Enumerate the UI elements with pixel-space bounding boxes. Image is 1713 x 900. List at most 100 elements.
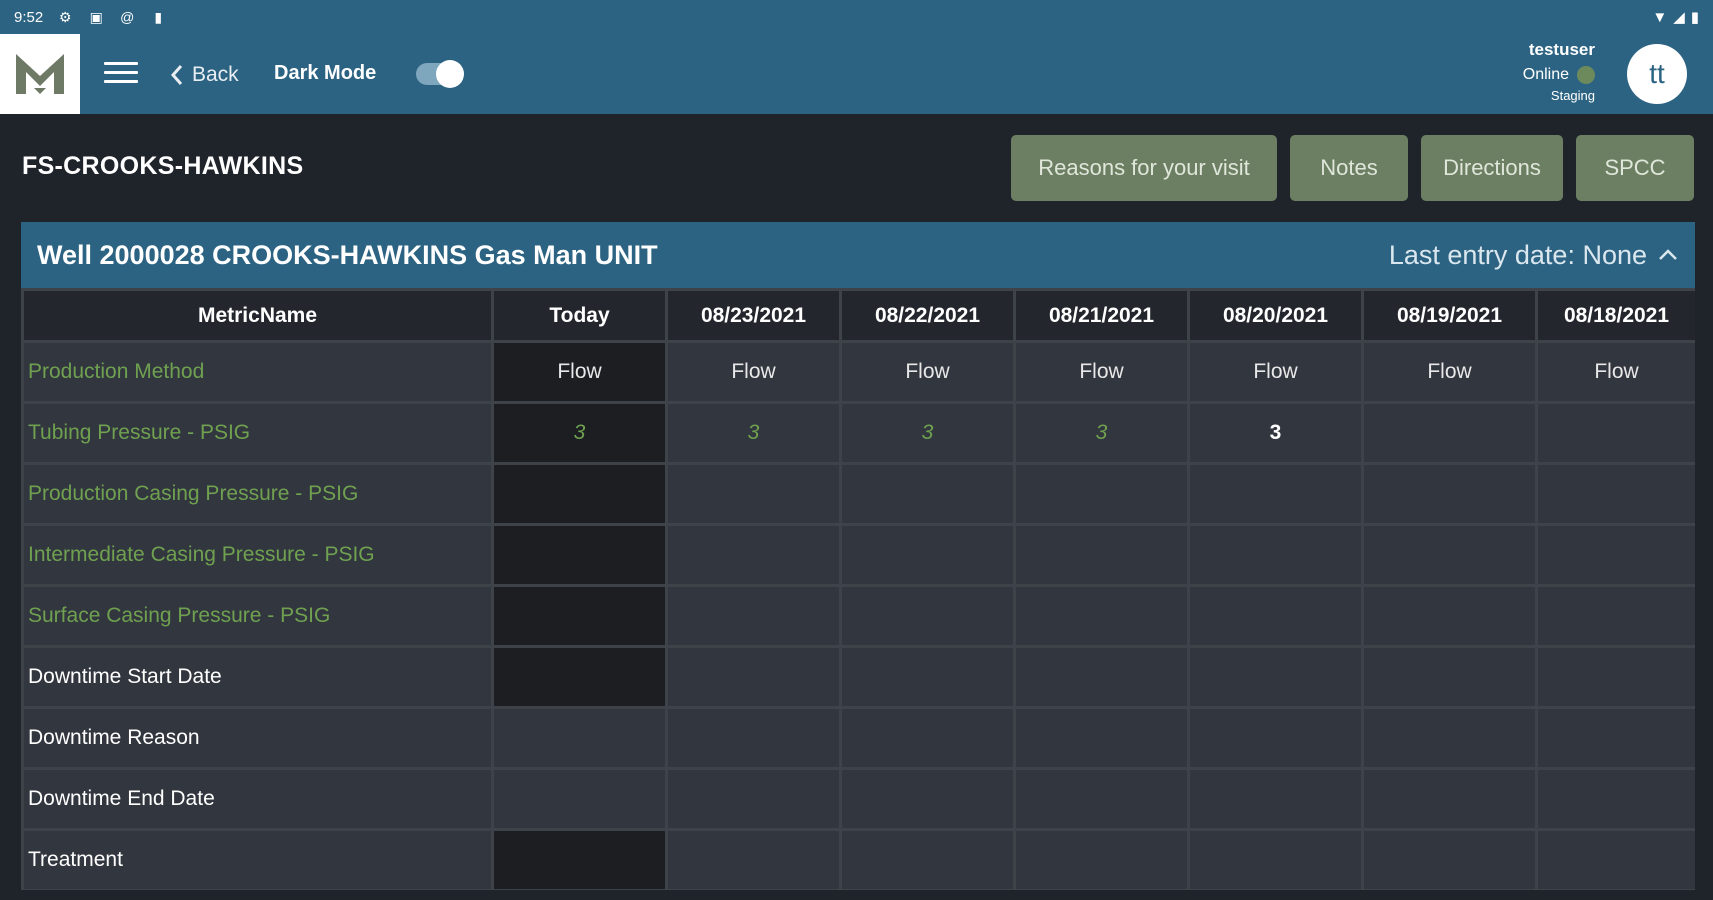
metric-cell-today[interactable] bbox=[491, 706, 668, 770]
metric-cell bbox=[1013, 584, 1190, 648]
metric-cell bbox=[1535, 645, 1695, 709]
menu-button[interactable] bbox=[104, 62, 138, 86]
metric-cell: Flow bbox=[839, 340, 1016, 404]
metric-cell: 3 bbox=[1187, 401, 1364, 465]
metric-cell bbox=[665, 584, 842, 648]
metric-cell-today[interactable] bbox=[491, 523, 668, 587]
user-status-label: Online bbox=[1522, 66, 1569, 83]
metric-cell-today[interactable] bbox=[491, 462, 668, 526]
status-right: ▼ ◢ ▮ bbox=[1652, 8, 1699, 27]
metric-cell bbox=[839, 645, 1016, 709]
table-row: Surface Casing Pressure - PSIG bbox=[21, 584, 1695, 648]
back-button[interactable]: Back bbox=[170, 60, 239, 90]
metric-cell bbox=[839, 584, 1016, 648]
metric-cell bbox=[665, 828, 842, 890]
metric-cell bbox=[1361, 645, 1538, 709]
spcc-button[interactable]: SPCC bbox=[1576, 135, 1694, 201]
dark-mode-toggle[interactable] bbox=[416, 60, 464, 88]
last-entry-label: Last entry date: None bbox=[1388, 239, 1647, 270]
column-header: 08/20/2021 bbox=[1187, 288, 1364, 343]
last-entry: Last entry date: None bbox=[1389, 240, 1679, 271]
metric-cell bbox=[839, 706, 1016, 770]
metric-name: Treatment bbox=[21, 828, 494, 890]
well-panel: Well 2000028 CROOKS-HAWKINS Gas Man UNIT… bbox=[21, 222, 1695, 890]
menu-icon bbox=[104, 62, 138, 65]
user-name: testuser bbox=[1528, 40, 1595, 59]
metric-cell bbox=[839, 462, 1016, 526]
metric-cell-today[interactable]: 3 bbox=[491, 401, 668, 465]
column-header: 08/23/2021 bbox=[665, 288, 842, 343]
metric-cell bbox=[1361, 706, 1538, 770]
settings-icon: ⚙ bbox=[58, 9, 72, 25]
metric-cell bbox=[1013, 828, 1190, 890]
table-row: Treatment bbox=[21, 828, 1695, 890]
column-header: 08/22/2021 bbox=[839, 288, 1016, 343]
battery-icon: ▮ bbox=[1690, 9, 1699, 26]
environment-label: Staging bbox=[1550, 88, 1595, 103]
avatar[interactable]: tt bbox=[1627, 44, 1687, 104]
back-label: Back bbox=[192, 63, 239, 86]
metric-cell bbox=[1187, 462, 1364, 526]
metric-cell bbox=[1187, 523, 1364, 587]
status-time: 9:52 bbox=[14, 8, 44, 26]
metric-cell bbox=[1361, 401, 1538, 465]
table-row: Tubing Pressure - PSIG 3 3 3 3 3 bbox=[21, 401, 1695, 465]
metric-cell bbox=[839, 523, 1016, 587]
metric-cell bbox=[665, 462, 842, 526]
metric-cell bbox=[1535, 706, 1695, 770]
metric-cell: Flow bbox=[1361, 340, 1538, 404]
metric-cell-today[interactable] bbox=[491, 767, 668, 831]
metric-cell: Flow bbox=[665, 340, 842, 404]
metric-cell-today[interactable] bbox=[491, 584, 668, 648]
metric-name: Downtime Reason bbox=[21, 706, 494, 770]
metric-cell bbox=[1535, 401, 1695, 465]
metric-cell bbox=[1013, 462, 1190, 526]
logo-icon bbox=[16, 54, 64, 94]
metric-cell bbox=[839, 828, 1016, 890]
metric-cell bbox=[1187, 645, 1364, 709]
metric-cell-today[interactable] bbox=[491, 645, 668, 709]
metric-cell-today[interactable]: Flow bbox=[491, 340, 668, 404]
user-status: Online bbox=[1523, 66, 1595, 84]
metric-cell bbox=[665, 523, 842, 587]
table-row: Downtime Reason bbox=[21, 706, 1695, 770]
directions-button[interactable]: Directions bbox=[1421, 135, 1563, 201]
metric-cell bbox=[665, 645, 842, 709]
column-header: 08/21/2021 bbox=[1013, 288, 1190, 343]
reasons-for-visit-button[interactable]: Reasons for your visit bbox=[1011, 135, 1277, 201]
metric-cell: Flow bbox=[1535, 340, 1695, 404]
metric-name: Surface Casing Pressure - PSIG bbox=[21, 584, 494, 648]
metric-cell bbox=[1535, 828, 1695, 890]
metric-cell: 3 bbox=[665, 401, 842, 465]
app-icon: ▣ bbox=[89, 9, 103, 25]
metric-cell: Flow bbox=[1013, 340, 1190, 404]
metric-cell bbox=[1361, 462, 1538, 526]
action-buttons: Reasons for your visit Notes Directions … bbox=[1011, 135, 1694, 201]
chevron-left-icon bbox=[170, 65, 183, 85]
metric-cell bbox=[1013, 767, 1190, 831]
table-row: Production Casing Pressure - PSIG bbox=[21, 462, 1695, 526]
metric-cell-today[interactable] bbox=[491, 828, 668, 890]
metric-cell: 3 bbox=[1013, 401, 1190, 465]
user-info: testuser Online Staging bbox=[1523, 40, 1595, 103]
table-header-row: MetricName Today 08/23/2021 08/22/2021 0… bbox=[21, 288, 1695, 343]
signal-icon: ◢ bbox=[1673, 9, 1685, 26]
metric-name: Downtime End Date bbox=[21, 767, 494, 831]
metric-cell bbox=[1361, 584, 1538, 648]
page-title: FS-CROOKS-HAWKINS bbox=[22, 152, 304, 180]
metric-cell bbox=[1361, 828, 1538, 890]
notes-button[interactable]: Notes bbox=[1290, 135, 1408, 201]
metric-cell bbox=[1013, 706, 1190, 770]
metric-cell: 3 bbox=[839, 401, 1016, 465]
well-panel-header[interactable]: Well 2000028 CROOKS-HAWKINS Gas Man UNIT… bbox=[21, 222, 1695, 288]
app-bar: Back Dark Mode testuser Online Staging t… bbox=[0, 34, 1713, 114]
app-logo[interactable] bbox=[0, 34, 80, 114]
well-title: Well 2000028 CROOKS-HAWKINS Gas Man UNIT bbox=[37, 239, 658, 270]
metrics-table: MetricName Today 08/23/2021 08/22/2021 0… bbox=[21, 288, 1695, 890]
table-row: Downtime Start Date bbox=[21, 645, 1695, 709]
metric-cell bbox=[1013, 523, 1190, 587]
metric-cell bbox=[1535, 767, 1695, 831]
at-icon: @ bbox=[120, 9, 135, 25]
column-header: 08/18/2021 bbox=[1535, 288, 1695, 343]
metric-cell bbox=[1535, 584, 1695, 648]
